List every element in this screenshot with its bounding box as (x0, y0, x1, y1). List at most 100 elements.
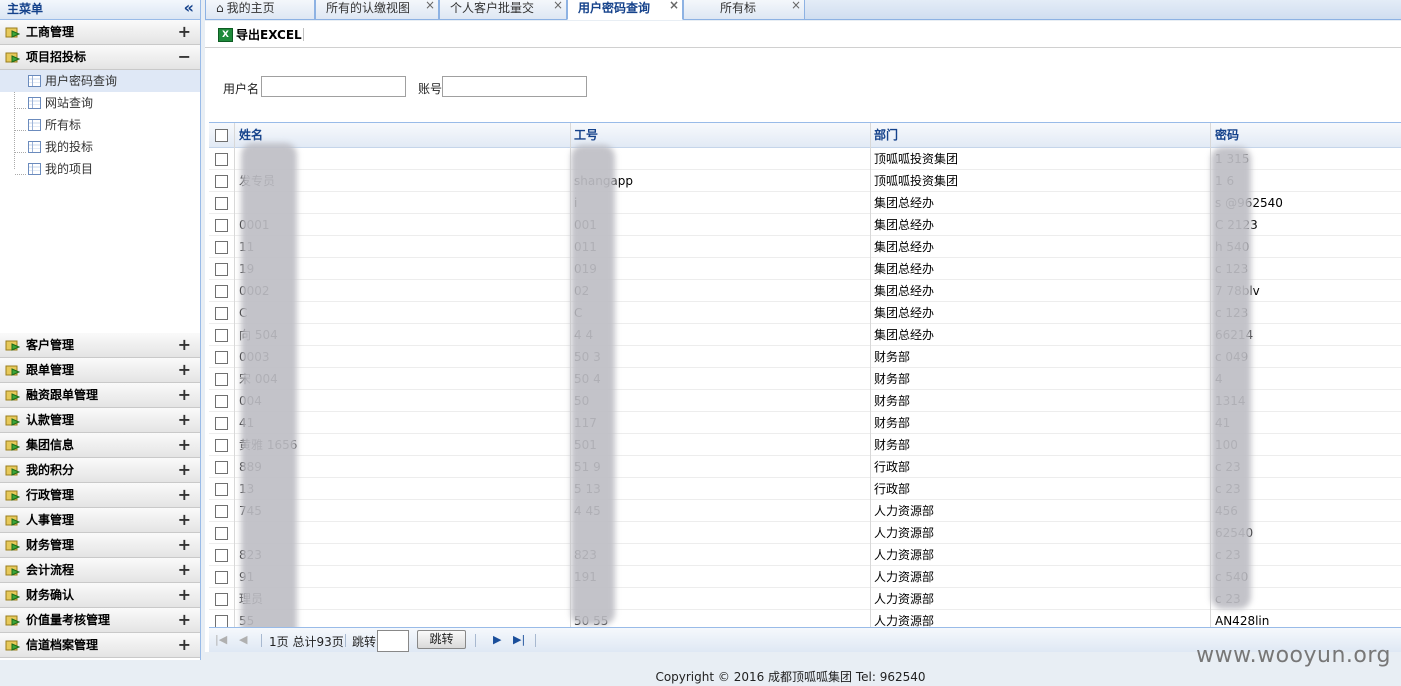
menu-section[interactable]: 财务确认 + (0, 583, 200, 608)
expand-plus-icon[interactable]: + (178, 20, 191, 44)
menu-section[interactable]: 我的积分 + (0, 458, 200, 483)
next-page-icon[interactable]: ▶ (493, 633, 501, 646)
row-checkbox[interactable] (215, 241, 228, 254)
tree-item-my-bids[interactable]: 我的投标 (0, 136, 200, 158)
tree-item-all-bids[interactable]: 所有标 (0, 114, 200, 136)
table-row[interactable]: 004 50 财务部 1314 (209, 390, 1401, 412)
collapse-panel-icon[interactable]: « (184, 0, 194, 16)
expand-plus-icon[interactable]: + (178, 408, 191, 432)
table-row[interactable]: 0002 02 集团总经办 7 78blv (209, 280, 1401, 302)
row-checkbox[interactable] (215, 329, 228, 342)
row-checkbox[interactable] (215, 219, 228, 232)
close-icon[interactable]: × (791, 0, 801, 14)
table-row[interactable]: 发专员 shangapp 顶呱呱投资集团 1 6 (209, 170, 1401, 192)
row-checkbox[interactable] (215, 373, 228, 386)
export-excel-button[interactable]: X 导出EXCEL (218, 26, 302, 44)
row-checkbox[interactable] (215, 505, 228, 518)
table-row[interactable]: C C 集团总经办 c 123 (209, 302, 1401, 324)
column-header-employee-id[interactable]: 工号 (571, 123, 871, 148)
tab-home[interactable]: ⌂ 我的主页 (205, 0, 315, 20)
page-jump-input[interactable] (377, 630, 409, 652)
expand-plus-icon[interactable]: + (178, 458, 191, 482)
table-row[interactable]: 889 51 9 行政部 c 23 (209, 456, 1401, 478)
expand-plus-icon[interactable]: + (178, 483, 191, 507)
menu-section[interactable]: 信道档案管理 + (0, 633, 200, 658)
first-page-icon[interactable]: |◀ (215, 633, 227, 646)
menu-section[interactable]: 集团信息 + (0, 433, 200, 458)
row-checkbox[interactable] (215, 439, 228, 452)
menu-section[interactable]: 客户管理 + (0, 333, 200, 358)
username-input[interactable] (261, 76, 406, 97)
expand-plus-icon[interactable]: + (178, 433, 191, 457)
menu-section-business[interactable]: 工商管理 + (0, 20, 200, 45)
table-row[interactable]: 理员 人力资源部 c 23 (209, 588, 1401, 610)
account-input[interactable] (442, 76, 587, 97)
row-checkbox[interactable] (215, 593, 228, 606)
collapse-minus-icon[interactable]: − (178, 45, 191, 69)
table-row[interactable]: 823 823 人力资源部 c 23 (209, 544, 1401, 566)
menu-section[interactable]: 财务管理 + (0, 533, 200, 558)
expand-plus-icon[interactable]: + (178, 358, 191, 382)
row-checkbox[interactable] (215, 417, 228, 430)
expand-plus-icon[interactable]: + (178, 333, 191, 357)
row-checkbox[interactable] (215, 395, 228, 408)
expand-plus-icon[interactable]: + (178, 558, 191, 582)
row-checkbox[interactable] (215, 307, 228, 320)
table-row[interactable]: 人力资源部 62540 (209, 522, 1401, 544)
table-row[interactable]: 19 019 集团总经办 c 123 (209, 258, 1401, 280)
table-row[interactable]: 91 191 人力资源部 c 540 (209, 566, 1401, 588)
table-row[interactable]: 宋 004 50 4 财务部 4 (209, 368, 1401, 390)
table-row[interactable]: 黄雅 1656 501 财务部 100 (209, 434, 1401, 456)
tab-personal-batch[interactable]: 个人客户批量交 × (439, 0, 567, 20)
table-row[interactable]: 745 4 45 人力资源部 456 (209, 500, 1401, 522)
table-row[interactable]: 0003 50 3 财务部 c 049 (209, 346, 1401, 368)
table-row[interactable]: 11 011 集团总经办 h 540 (209, 236, 1401, 258)
menu-section[interactable]: 人事管理 + (0, 508, 200, 533)
table-row[interactable]: 55 50 55 人力资源部 AN428lin (209, 610, 1401, 627)
row-checkbox[interactable] (215, 285, 228, 298)
row-checkbox[interactable] (215, 527, 228, 540)
menu-section[interactable]: 跟单管理 + (0, 358, 200, 383)
jump-button[interactable]: 跳转 (417, 630, 466, 649)
table-row[interactable]: 向 504 4 4 集团总经办 66214 (209, 324, 1401, 346)
table-row[interactable]: 13 5 13 行政部 c 23 (209, 478, 1401, 500)
close-icon[interactable]: × (553, 0, 563, 14)
last-page-icon[interactable]: ▶| (513, 633, 525, 646)
row-checkbox[interactable] (215, 153, 228, 166)
expand-plus-icon[interactable]: + (178, 608, 191, 632)
menu-section-bidding[interactable]: 项目招投标 − (0, 45, 200, 70)
expand-plus-icon[interactable]: + (178, 533, 191, 557)
select-all-checkbox[interactable] (215, 129, 228, 142)
column-header-name[interactable]: 姓名 (235, 123, 571, 148)
row-checkbox[interactable] (215, 549, 228, 562)
table-row[interactable]: 顶呱呱投资集团 1 315 (209, 148, 1401, 170)
expand-plus-icon[interactable]: + (178, 383, 191, 407)
row-checkbox[interactable] (215, 615, 228, 627)
tab-all-bids[interactable]: 所有标 × (683, 0, 805, 20)
tree-item-website-query[interactable]: 网站查询 (0, 92, 200, 114)
menu-section[interactable]: 融资跟单管理 + (0, 383, 200, 408)
menu-section[interactable]: 行政管理 + (0, 483, 200, 508)
prev-page-icon[interactable]: ◀ (239, 633, 247, 646)
table-row[interactable]: 41 117 财务部 41 (209, 412, 1401, 434)
row-checkbox[interactable] (215, 461, 228, 474)
close-icon[interactable]: × (425, 0, 435, 14)
expand-plus-icon[interactable]: + (178, 508, 191, 532)
table-row[interactable]: 0001 001 集团总经办 C 2123 (209, 214, 1401, 236)
menu-section[interactable]: 价值量考核管理 + (0, 608, 200, 633)
row-checkbox[interactable] (215, 175, 228, 188)
tree-item-my-projects[interactable]: 我的项目 (0, 158, 200, 180)
expand-plus-icon[interactable]: + (178, 633, 191, 657)
tab-all-subscriptions[interactable]: 所有的认缴视图 × (315, 0, 439, 20)
row-checkbox[interactable] (215, 263, 228, 276)
menu-section[interactable]: 会计流程 + (0, 558, 200, 583)
expand-plus-icon[interactable]: + (178, 583, 191, 607)
row-checkbox[interactable] (215, 351, 228, 364)
table-row[interactable]: i 集团总经办 s @962540 (209, 192, 1401, 214)
row-checkbox[interactable] (215, 483, 228, 496)
row-checkbox[interactable] (215, 197, 228, 210)
row-checkbox[interactable] (215, 571, 228, 584)
tab-user-password-query[interactable]: 用户密码查询 × (567, 0, 683, 20)
column-header-password[interactable]: 密码 (1211, 123, 1401, 148)
tree-item-user-password-query[interactable]: 用户密码查询 (0, 70, 200, 92)
